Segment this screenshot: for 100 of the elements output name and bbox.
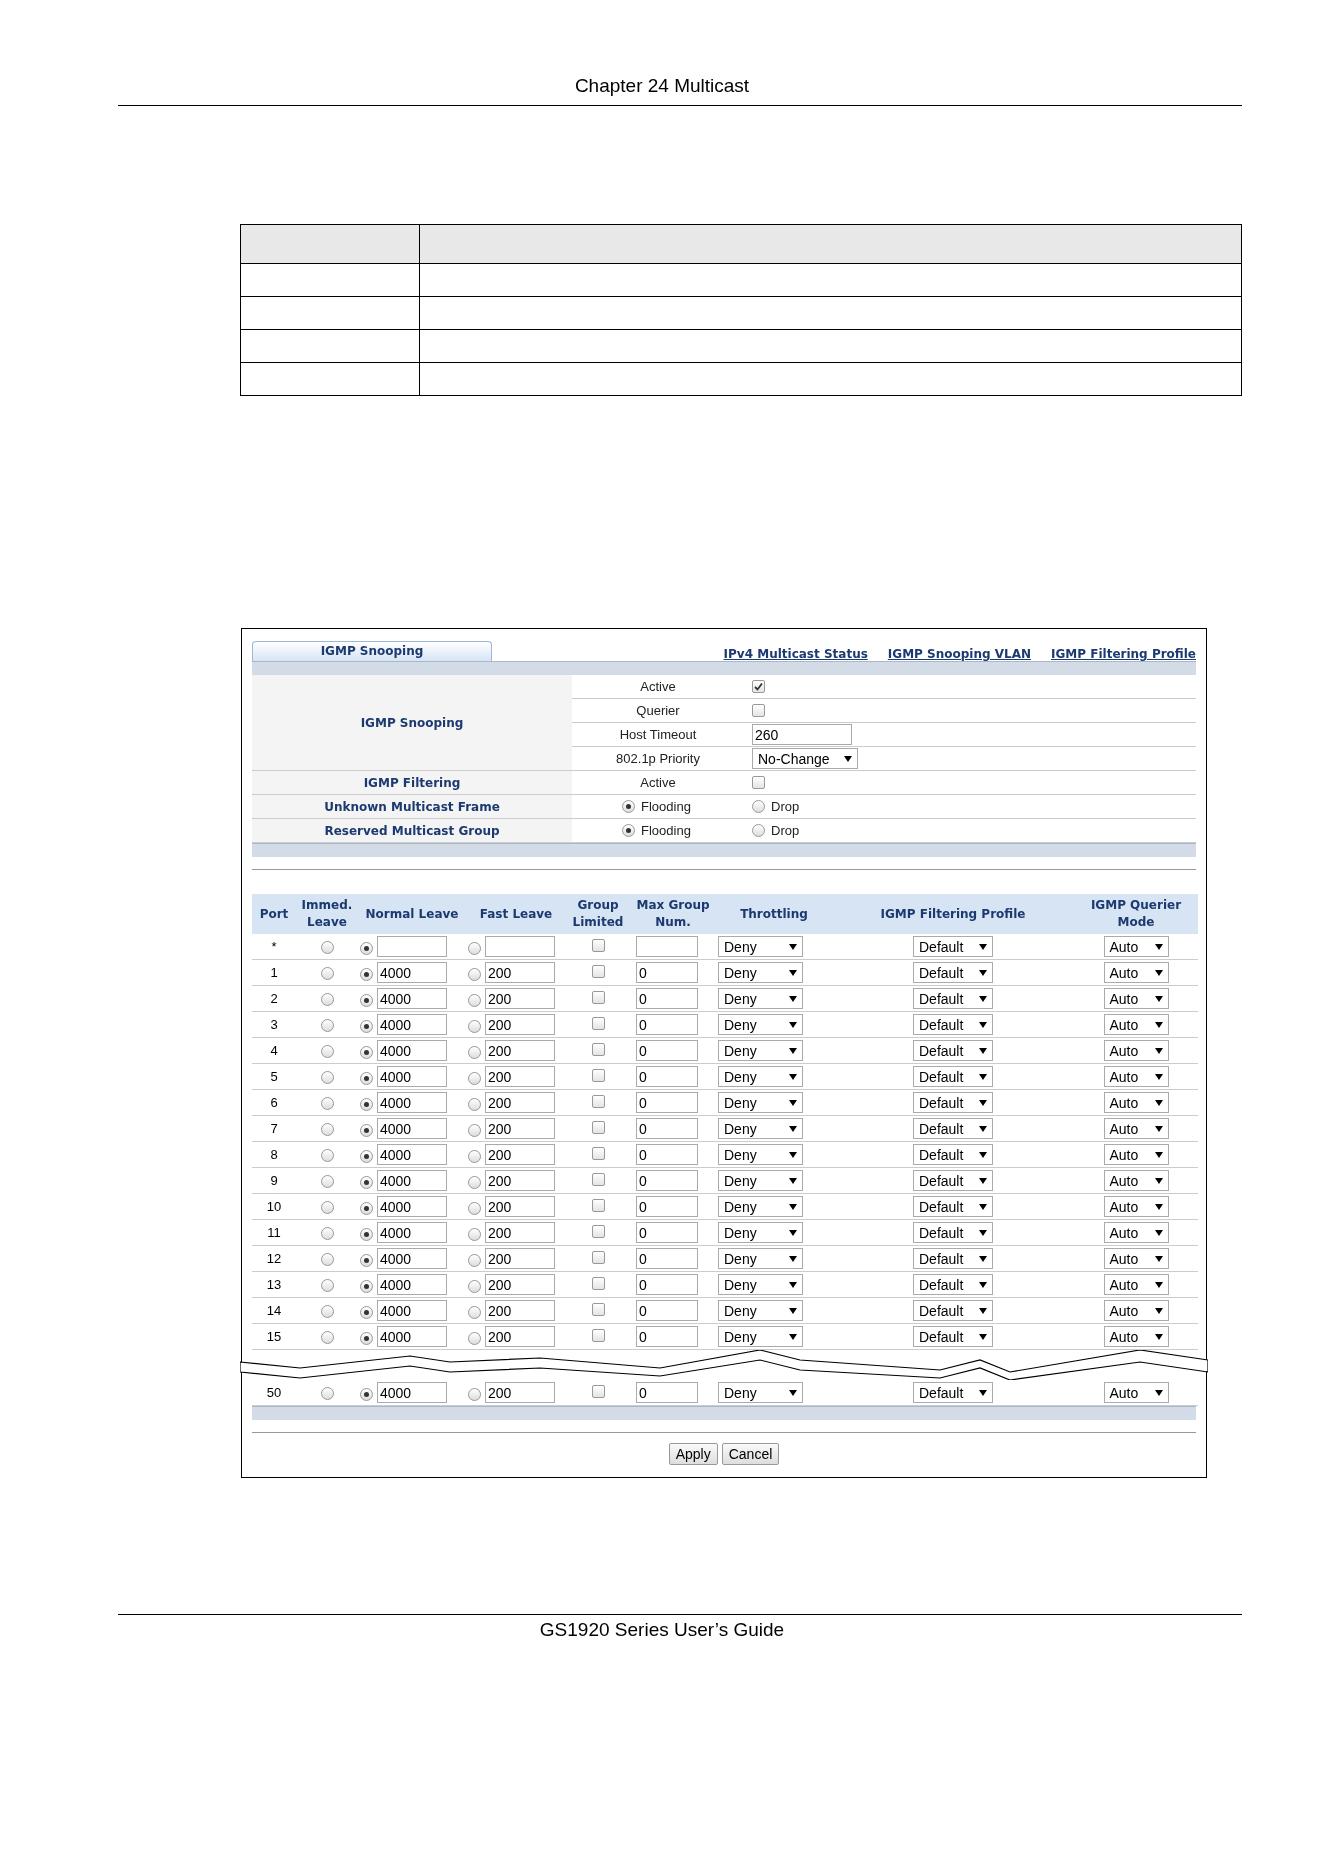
checkbox[interactable] [591,1016,605,1030]
radio-button[interactable] [320,1387,334,1401]
checkbox[interactable] [591,1094,605,1108]
dropdown[interactable]: Deny [718,1014,803,1035]
dropdown[interactable]: No-Change [752,748,858,769]
dropdown[interactable]: Default [913,1170,993,1191]
radio-button[interactable] [320,1227,334,1241]
input-field[interactable]: 200 [485,988,555,1009]
checkbox[interactable] [591,1042,605,1056]
input-field[interactable]: 4000 [377,1014,447,1035]
dropdown[interactable]: Auto [1103,1170,1169,1191]
radio-button[interactable] [360,1253,373,1267]
dropdown[interactable]: Auto [1103,936,1169,957]
dropdown[interactable]: Auto [1103,1118,1169,1139]
checkbox[interactable] [752,776,765,789]
dropdown[interactable]: Default [913,1092,993,1113]
checkbox[interactable] [591,1302,605,1316]
radio-button[interactable] [320,967,334,981]
checkbox[interactable] [591,938,605,952]
radio-button[interactable] [320,1279,334,1293]
dropdown[interactable]: Deny [718,1170,803,1191]
dropdown[interactable]: Default [913,962,993,983]
input-field[interactable]: 200 [485,1144,555,1165]
radio-button[interactable] [320,941,334,955]
radio-button[interactable] [360,1097,373,1111]
dropdown[interactable]: Deny [718,1382,803,1403]
dropdown[interactable]: Auto [1103,1144,1169,1165]
input-field[interactable]: 4000 [377,1196,447,1217]
input-field[interactable]: 4000 [377,1382,447,1403]
input-field[interactable]: 200 [485,1118,555,1139]
dropdown[interactable]: Auto [1103,1092,1169,1113]
input-field[interactable]: 0 [636,1326,698,1347]
radio-button[interactable] [320,1305,334,1319]
dropdown[interactable]: Auto [1103,1222,1169,1243]
input-field[interactable]: 0 [636,1170,698,1191]
dropdown[interactable]: Auto [1103,1326,1169,1347]
dropdown[interactable]: Default [913,1066,993,1087]
dropdown[interactable]: Auto [1103,988,1169,1009]
input-field[interactable]: 0 [636,1144,698,1165]
input-field[interactable]: 4000 [377,1118,447,1139]
input-field[interactable]: 0 [636,1014,698,1035]
dropdown[interactable]: Auto [1103,1040,1169,1061]
dropdown[interactable]: Default [913,1248,993,1269]
input-field[interactable]: 200 [485,1066,555,1087]
input-field[interactable]: 0 [636,1248,698,1269]
radio-button[interactable] [360,1175,373,1189]
input-field[interactable]: 0 [636,1092,698,1113]
dropdown[interactable]: Deny [718,962,803,983]
input-field[interactable]: 200 [485,1300,555,1321]
input-field[interactable]: 0 [636,1196,698,1217]
dropdown[interactable]: Deny [718,1248,803,1269]
dropdown[interactable]: Default [913,1274,993,1295]
radio-button[interactable] [320,1175,334,1189]
dropdown[interactable]: Auto [1103,962,1169,983]
link[interactable]: IGMP Snooping VLAN [887,647,1031,661]
radio-button[interactable] [468,1305,481,1319]
dropdown[interactable]: Auto [1103,1382,1169,1403]
input-field[interactable]: 4000 [377,1040,447,1061]
input-field[interactable]: 200 [485,1274,555,1295]
radio-button[interactable] [320,1123,334,1137]
checkbox[interactable] [591,990,605,1004]
dropdown[interactable]: Default [913,1118,993,1139]
input-field[interactable] [485,936,555,957]
radio-button[interactable] [468,1019,481,1033]
input-field[interactable]: 0 [636,1066,698,1087]
radio-button[interactable] [468,1071,481,1085]
radio-button[interactable] [360,1331,373,1345]
radio-button[interactable] [468,1045,481,1059]
checkbox[interactable] [752,704,765,717]
input-field[interactable]: 4000 [377,988,447,1009]
checkbox[interactable] [591,964,605,978]
dropdown[interactable]: Auto [1103,1066,1169,1087]
dropdown[interactable]: Deny [718,1066,803,1087]
input-field[interactable]: 200 [485,1326,555,1347]
dropdown[interactable]: Default [913,1300,993,1321]
radio-button[interactable] [468,1253,481,1267]
input-field[interactable]: 200 [485,1248,555,1269]
radio-button[interactable] [468,941,481,955]
link[interactable]: IPv4 Multicast Status [723,647,868,661]
radio-button[interactable] [468,1175,481,1189]
input-field[interactable]: 200 [485,1092,555,1113]
radio-button[interactable] [320,993,334,1007]
input-field[interactable]: 4000 [377,1170,447,1191]
dropdown[interactable]: Default [913,936,993,957]
input-field[interactable]: 200 [485,1222,555,1243]
dropdown[interactable]: Deny [718,1040,803,1061]
input-field[interactable]: 4000 [377,1326,447,1347]
tab[interactable]: IGMP Snooping [252,641,492,661]
checkbox[interactable] [591,1384,605,1398]
radio-button[interactable] [468,1387,481,1401]
dropdown[interactable]: Default [913,1014,993,1035]
input-field[interactable]: 0 [636,1274,698,1295]
radio-button[interactable] [320,1097,334,1111]
input-field[interactable]: 4000 [377,1066,447,1087]
radio-button[interactable] [468,1227,481,1241]
dropdown[interactable]: Deny [718,1196,803,1217]
input-field[interactable]: 200 [485,1014,555,1035]
link[interactable]: IGMP Filtering Profile [1051,647,1196,661]
radio-button[interactable] [360,1123,373,1137]
input-field[interactable]: 0 [636,1300,698,1321]
